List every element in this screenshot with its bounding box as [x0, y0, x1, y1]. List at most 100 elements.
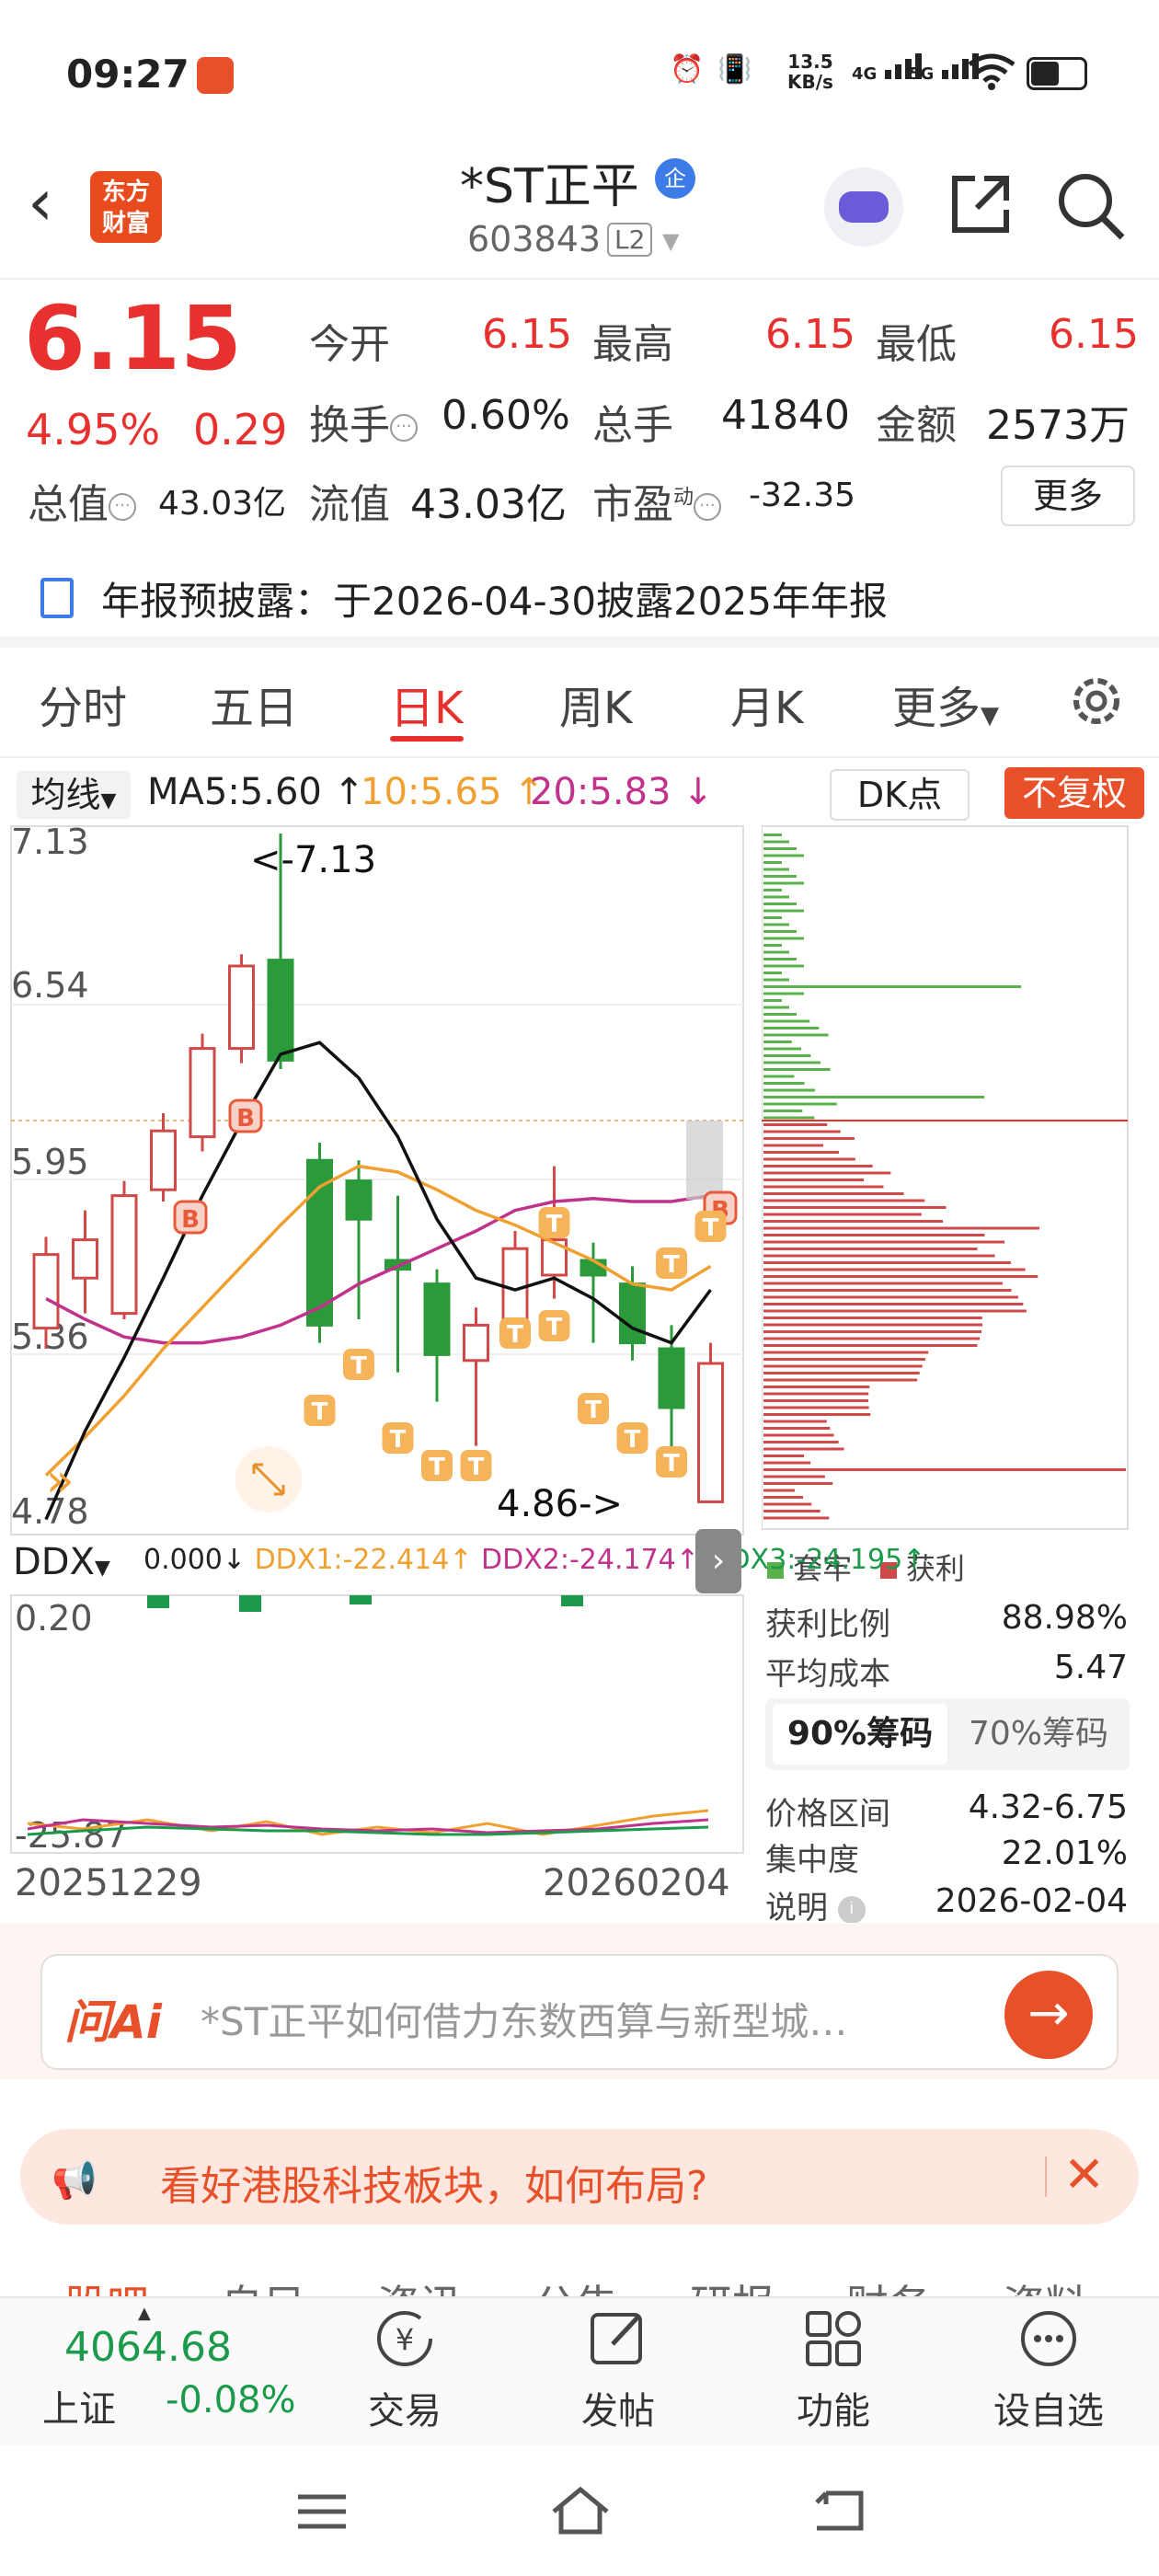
open-label: 今开 [309, 321, 390, 368]
dk-point-selector[interactable]: DK点 [830, 769, 970, 821]
t-marker: T [616, 1422, 648, 1454]
chip-bar [763, 1226, 1039, 1230]
nav-add-watchlist[interactable]: 设自选 [975, 2306, 1122, 2434]
t-marker: T [538, 1207, 570, 1238]
chip-bar [763, 937, 804, 940]
tab-daily-k[interactable]: 日K [390, 672, 463, 736]
kline-chart[interactable]: 7.13 6.54 5.95 5.36 4.78 B B B TTTT TT TTT… [9, 824, 745, 1542]
info-dots-icon[interactable]: ··· [109, 493, 136, 521]
ma-selector[interactable]: 均线▼ [17, 771, 131, 819]
chevron-right-icon[interactable]: › [695, 1529, 741, 1593]
share-icon[interactable] [947, 171, 1014, 237]
chevron-down-icon[interactable]: ▼ [662, 228, 679, 254]
gear-icon[interactable] [1067, 672, 1126, 730]
chip-bar [763, 1392, 869, 1396]
chip-bar [763, 1275, 1039, 1278]
tab-more[interactable]: 更多▼ [892, 672, 999, 736]
chip-bar [763, 1171, 891, 1175]
back-nav-icon[interactable] [809, 2488, 868, 2534]
low-value: 6.15 [1049, 311, 1139, 358]
y-label-top: 7.13 [11, 824, 89, 862]
chip-bar [763, 854, 804, 857]
nav-post[interactable]: 发帖 [545, 2306, 692, 2434]
tab-five-day[interactable]: 五日 [210, 672, 298, 736]
ddx-top-label: 0.20 [15, 1598, 93, 1639]
info-dots-icon[interactable]: ··· [694, 493, 722, 521]
ma20-value: 20:5.83 ↓ [530, 771, 714, 813]
chip-bar [763, 1289, 1012, 1292]
svg-text:¥: ¥ [396, 2322, 414, 2357]
profit-ratio-label: 获利比例 [765, 1606, 890, 1643]
t-marker: T [499, 1317, 531, 1349]
search-icon[interactable] [1056, 171, 1126, 241]
chip-bar [763, 1110, 803, 1112]
chip-bar [763, 1364, 923, 1368]
chip-bar [763, 1254, 995, 1258]
chip-bar [763, 881, 804, 885]
chip-90-tab[interactable]: 90%筹码 [773, 1704, 947, 1765]
nav-function-label: 功能 [797, 2390, 870, 2432]
document-icon [40, 578, 74, 618]
svg-text:T: T [350, 1352, 367, 1380]
chip-70-tab[interactable]: 70%筹码 [951, 1704, 1126, 1765]
chip-bar [763, 909, 804, 913]
chip-bar [763, 1510, 820, 1512]
tab-monthly-k[interactable]: 月K [730, 672, 803, 736]
home-icon[interactable] [548, 2484, 613, 2536]
stock-code: 603843 [467, 219, 602, 259]
note-date: 2026-02-04 [935, 1882, 1128, 1920]
index-value[interactable]: 4064.68 [64, 2324, 232, 2371]
info-icon[interactable]: i [837, 1895, 866, 1924]
index-name[interactable]: 上证 [42, 2379, 116, 2432]
svg-text:T: T [585, 1397, 602, 1424]
chip-bar [763, 868, 789, 871]
chip-bar [763, 1123, 828, 1126]
promo-text[interactable]: 看好港股科技板块，如何布局? [160, 2153, 707, 2212]
battery-icon [1027, 57, 1087, 90]
svg-text:T: T [546, 1211, 563, 1238]
more-quote-button[interactable]: 更多 [1001, 466, 1135, 526]
active-tab-indicator [390, 736, 464, 742]
adjust-mode-button[interactable]: 不复权 [1004, 767, 1144, 819]
double-chevron-icon[interactable]: » [46, 1454, 75, 1507]
level-badge[interactable]: L2 [607, 223, 653, 257]
chip-bar [763, 972, 782, 974]
chip-bar [763, 1054, 811, 1057]
chip-bar [763, 1413, 871, 1416]
ddx-selector-label: DDX [13, 1541, 96, 1583]
chip-bar [763, 1088, 815, 1092]
t-marker: T [578, 1393, 609, 1424]
nav-function[interactable]: 功能 [760, 2306, 907, 2434]
status-time: 09:27 [66, 52, 189, 97]
index-change[interactable]: -0.08% [166, 2379, 296, 2421]
svg-text:T: T [625, 1426, 641, 1454]
chip-bar [763, 1475, 825, 1478]
chip-bar [763, 1047, 802, 1051]
chip-bar [763, 1372, 920, 1374]
chip-bar [763, 1157, 855, 1161]
info-dots-icon[interactable]: ··· [390, 414, 418, 442]
tab-weekly-k[interactable]: 周K [559, 672, 632, 736]
back-icon[interactable]: ‹ [28, 170, 53, 235]
t-marker: T [460, 1450, 492, 1481]
chip-bar [763, 889, 782, 891]
chip-bar [763, 1240, 1005, 1244]
svg-text:T: T [663, 1251, 680, 1279]
menu-icon[interactable] [294, 2491, 350, 2532]
chip-bar [763, 1075, 795, 1078]
arrow-right-icon[interactable]: → [1004, 1971, 1093, 2059]
chip-bar [763, 978, 789, 982]
svg-text:B: B [236, 1105, 255, 1133]
close-icon[interactable]: ✕ [1063, 2145, 1105, 2203]
chip-bar [763, 916, 782, 919]
chip-bar [763, 950, 789, 954]
pe-value: -32.35 [749, 477, 856, 514]
chip-bar [763, 1261, 1011, 1264]
ask-ai-placeholder[interactable]: *ST正平如何借力东数西算与新型城… [201, 1991, 847, 2047]
robot-icon [839, 191, 889, 223]
tab-intraday[interactable]: 分时 [39, 672, 127, 736]
nav-trade[interactable]: ¥ 交易 [331, 2306, 478, 2434]
chip-bar [763, 1386, 870, 1388]
annual-report-notice[interactable]: 年报预披露：于2026-04-30披露2025年年报 [101, 570, 888, 627]
ddx-selector[interactable]: DDX▼ [13, 1538, 142, 1586]
